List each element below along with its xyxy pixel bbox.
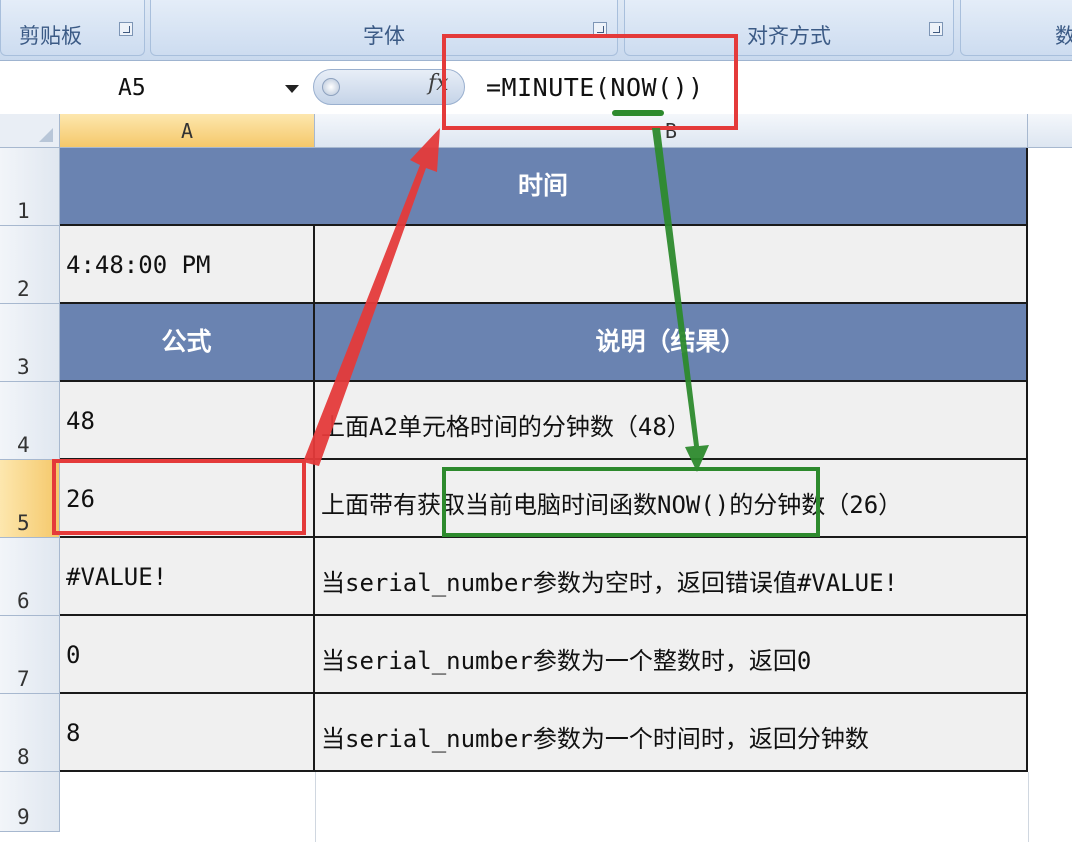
formula-highlight-box bbox=[442, 34, 738, 130]
row-header-3[interactable]: 3 bbox=[0, 304, 60, 382]
now-function-highlight-box bbox=[442, 467, 820, 537]
description-text: 当serial_number参数为空时，返回错误值#VALUE! bbox=[321, 569, 898, 597]
cell-a8[interactable]: 8 bbox=[60, 694, 315, 772]
title-cell[interactable]: 时间 bbox=[60, 148, 1028, 226]
description-text: 上面A2单元格时间的分钟数（48） bbox=[321, 413, 691, 441]
dialog-launcher-icon[interactable] bbox=[929, 22, 943, 36]
row-header-2[interactable]: 2 bbox=[0, 226, 60, 304]
row-header-8[interactable]: 8 bbox=[0, 694, 60, 772]
gridline bbox=[315, 772, 316, 842]
column-header-c[interactable] bbox=[1028, 114, 1072, 148]
header-formula-text: 公式 bbox=[161, 327, 212, 356]
column-header-a[interactable]: A bbox=[60, 114, 315, 148]
cell-b2[interactable] bbox=[315, 226, 1028, 304]
result-value: 0 bbox=[66, 641, 81, 669]
select-all-button[interactable] bbox=[0, 114, 60, 148]
cell-a5-highlight-box bbox=[52, 459, 306, 535]
row-header-9[interactable]: 9 bbox=[0, 772, 60, 832]
cell-b4[interactable]: 上面A2单元格时间的分钟数（48） bbox=[315, 382, 1028, 460]
cell-a2-value: 4:48:00 PM bbox=[66, 251, 211, 279]
dialog-launcher-icon[interactable] bbox=[119, 22, 133, 36]
name-box-value[interactable]: A5 bbox=[118, 75, 146, 101]
cell-b7[interactable]: 当serial_number参数为一个整数时，返回0 bbox=[315, 616, 1028, 694]
result-value: #VALUE! bbox=[66, 563, 168, 591]
now-underline bbox=[612, 110, 664, 116]
cell-a2[interactable]: 4:48:00 PM bbox=[60, 226, 315, 304]
description-text: 当serial_number参数为一个整数时，返回0 bbox=[321, 647, 812, 675]
cell-a7[interactable]: 0 bbox=[60, 616, 315, 694]
title-text: 时间 bbox=[517, 171, 568, 200]
name-box[interactable]: A5 bbox=[0, 61, 310, 115]
row-header-6[interactable]: 6 bbox=[0, 538, 60, 616]
cell-a6[interactable]: #VALUE! bbox=[60, 538, 315, 616]
cell-b8[interactable]: 当serial_number参数为一个时间时，返回分钟数 bbox=[315, 694, 1028, 772]
row-header-1[interactable]: 1 bbox=[0, 148, 60, 226]
row-header-5[interactable]: 5 bbox=[0, 460, 60, 538]
splitter-handle-icon[interactable] bbox=[322, 78, 340, 96]
description-text: 当serial_number参数为一个时间时，返回分钟数 bbox=[321, 725, 869, 753]
ribbon-group-clipboard[interactable]: 剪贴板 bbox=[0, 0, 145, 56]
row-header-4[interactable]: 4 bbox=[0, 382, 60, 460]
cell-a4[interactable]: 48 bbox=[60, 382, 315, 460]
cell-b6[interactable]: 当serial_number参数为空时，返回错误值#VALUE! bbox=[315, 538, 1028, 616]
header-description-text: 说明（结果） bbox=[595, 327, 746, 356]
header-cell-formula[interactable]: 公式 bbox=[60, 304, 315, 382]
result-value: 48 bbox=[66, 407, 95, 435]
ribbon-group-number[interactable]: 数 bbox=[960, 0, 1072, 56]
row-header-7[interactable]: 7 bbox=[0, 616, 60, 694]
ribbon-group-label: 数 bbox=[1055, 24, 1072, 48]
chevron-down-icon[interactable] bbox=[285, 85, 299, 93]
result-value: 8 bbox=[66, 719, 81, 747]
header-cell-description[interactable]: 说明（结果） bbox=[315, 304, 1028, 382]
gridline bbox=[1028, 772, 1029, 842]
